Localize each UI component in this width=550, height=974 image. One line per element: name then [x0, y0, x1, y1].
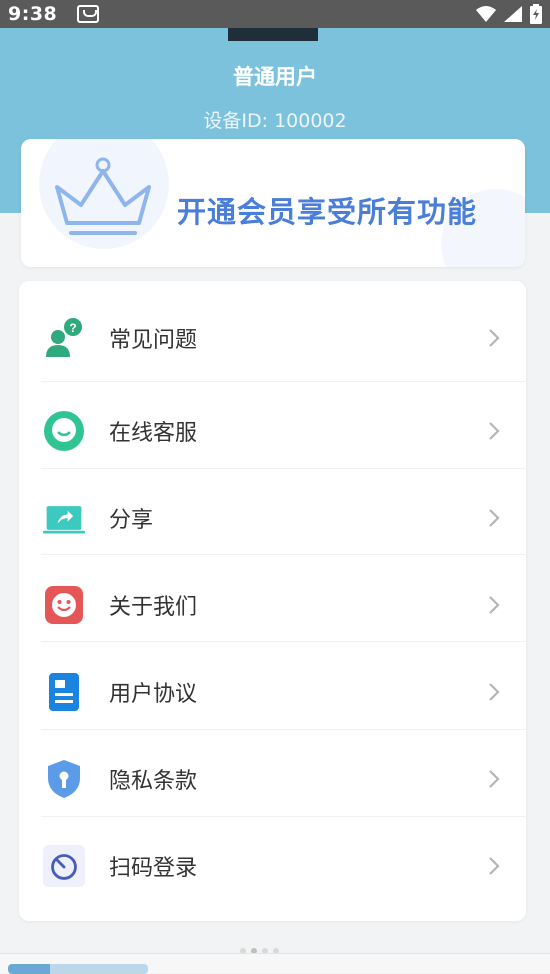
status-bar: 9:38: [0, 0, 550, 28]
bottom-bar: [0, 953, 550, 974]
divider: [41, 729, 526, 730]
menu-item-label: 在线客服: [109, 420, 198, 446]
menu-item-privacy-policy[interactable]: 隐私条款: [19, 735, 526, 822]
notification-icon: [77, 5, 100, 23]
menu-item-scan-login[interactable]: 扫码登录: [19, 822, 526, 909]
menu-item-label: 隐私条款: [109, 768, 198, 794]
menu-item-faq[interactable]: ? 常见问题: [19, 294, 526, 381]
smile-icon: [43, 584, 85, 626]
menu-item-label: 常见问题: [109, 327, 198, 353]
status-time: 9:38: [8, 3, 58, 25]
menu-item-share[interactable]: 分享: [19, 474, 526, 561]
chevron-right-icon: [489, 856, 500, 875]
chevron-right-icon: [489, 682, 500, 701]
menu-item-label: 关于我们: [109, 594, 198, 620]
faq-icon: ?: [43, 317, 85, 359]
signal-icon: [504, 6, 522, 22]
username: 普通用户: [233, 65, 317, 89]
chevron-right-icon: [489, 328, 500, 347]
document-icon: [43, 671, 85, 713]
chat-icon: [43, 410, 85, 452]
chevron-right-icon: [489, 508, 500, 527]
battery-icon: [530, 4, 542, 24]
chevron-right-icon: [489, 769, 500, 788]
menu-item-label: 分享: [109, 507, 154, 533]
divider: [41, 554, 526, 555]
vip-banner[interactable]: 开通会员享受所有功能: [21, 139, 525, 267]
divider: [41, 816, 526, 817]
menu-item-about-us[interactable]: 关于我们: [19, 561, 526, 648]
avatar[interactable]: [228, 28, 318, 41]
menu-item-label: 扫码登录: [109, 855, 198, 881]
share-icon: [43, 497, 85, 539]
divider: [41, 641, 526, 642]
vip-banner-text: 开通会员享受所有功能: [177, 195, 478, 229]
wifi-icon: [476, 6, 496, 22]
divider: [41, 381, 526, 382]
menu-list: ? 常见问题 在线客服 分享 关于我们 用户协议 隐私条款 扫码登录: [19, 281, 526, 921]
device-id: 设备ID: 100002: [203, 110, 347, 132]
chevron-right-icon: [489, 595, 500, 614]
divider: [41, 468, 526, 469]
menu-item-user-agreement[interactable]: 用户协议: [19, 648, 526, 735]
svg-text:?: ?: [69, 321, 76, 335]
menu-item-label: 用户协议: [109, 681, 198, 707]
shield-icon: [43, 758, 85, 800]
menu-item-customer-service[interactable]: 在线客服: [19, 387, 526, 474]
scan-icon: [43, 844, 85, 887]
crown-icon: [55, 157, 151, 235]
chevron-right-icon: [489, 421, 500, 440]
